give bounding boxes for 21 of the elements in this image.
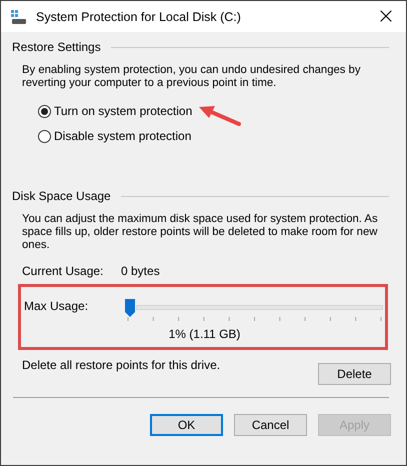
radio-option[interactable]: Disable system protection — [38, 129, 192, 143]
max-usage-reading: 1% (1.11 GB) — [168, 327, 240, 341]
delete-button[interactable]: Delete — [318, 363, 391, 385]
description-text: By enabling system protection, you can undo undesired changes by reverting your computer to a previous point in time. — [22, 64, 362, 90]
current-usage-value: 0 bytes — [121, 264, 160, 278]
description-text: You can adjust the maximum disk space used for system protection. As space fills up, older restore points will be deleted to make room for new ones. — [22, 213, 379, 252]
current-usage-label: Current Usage: — [22, 264, 104, 278]
delete-text: Delete all restore points for this drive. — [22, 358, 220, 372]
close-button[interactable]: × — [366, 2, 406, 32]
group-heading: Restore Settings — [12, 40, 101, 54]
disk-drive-icon — [11, 10, 27, 24]
arrow-icon — [197, 104, 241, 128]
dialog-button[interactable]: OK — [150, 414, 223, 436]
slider-thumb[interactable] — [124, 299, 135, 317]
max-usage-label: Max Usage: — [24, 299, 90, 313]
radio-option[interactable]: Turn on system protection — [38, 104, 192, 118]
group-heading: Disk Space Usage — [12, 189, 111, 203]
radio-button[interactable] — [38, 104, 51, 118]
window-title: System Protection for Local Disk (C:) — [36, 10, 242, 24]
radio-button[interactable] — [38, 130, 51, 142]
dialog-button[interactable]: Cancel — [234, 414, 307, 436]
